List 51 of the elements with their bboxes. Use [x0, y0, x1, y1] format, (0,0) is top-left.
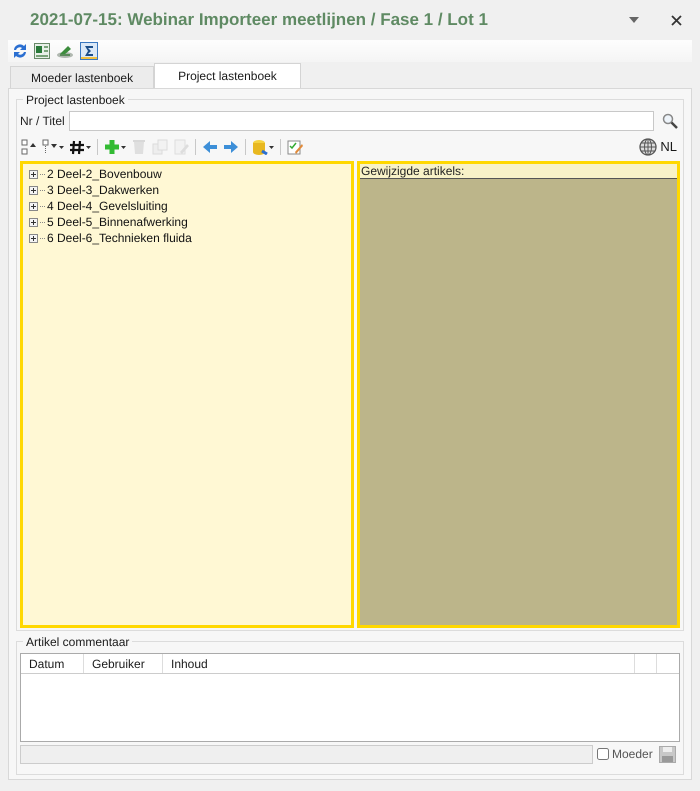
column-header[interactable]: Inhoud [163, 654, 635, 673]
tree-collapse-icon [42, 139, 58, 155]
edit-document-icon [173, 139, 189, 155]
window-title: 2021-07-15: Webinar Importeer meetlijnen / Fase 1 / Lot 1 [30, 9, 489, 32]
caret-icon [59, 146, 64, 148]
search-icon [662, 113, 678, 129]
plus-icon [29, 218, 38, 226]
caret-icon [121, 146, 126, 148]
right-arrow-icon [223, 139, 239, 155]
pane-header: Gewijzigde artikels: [361, 163, 464, 180]
expander[interactable] [29, 234, 38, 242]
plus-icon [104, 139, 120, 155]
plus-icon [29, 234, 38, 242]
tree-item[interactable]: 3 Deel-3_Dakwerken [47, 181, 160, 199]
database-icon [252, 139, 268, 155]
checkbox[interactable] [597, 748, 609, 760]
tab[interactable]: Moeder lastenboek [10, 66, 154, 88]
expander[interactable] [29, 186, 38, 194]
globe-icon [639, 138, 658, 156]
caret-icon [629, 17, 639, 23]
copy-icon [152, 139, 168, 155]
tree-item[interactable]: 5 Deel-5_Binnenafwerking [47, 213, 188, 231]
tab[interactable]: Project lastenboek [154, 63, 301, 88]
hash-icon [69, 139, 85, 155]
field-label: Nr / Titel [20, 113, 66, 130]
expander[interactable] [29, 202, 38, 210]
toolbar-button[interactable] [80, 41, 98, 61]
search-field[interactable] [68, 111, 654, 131]
close-icon [670, 14, 682, 26]
plus-icon [29, 202, 38, 210]
expander[interactable] [29, 218, 38, 226]
trash-icon [131, 139, 147, 155]
tree-expand-icon [21, 139, 37, 155]
left-arrow-icon [202, 139, 218, 155]
search-button[interactable] [660, 111, 680, 131]
expander[interactable] [29, 170, 38, 178]
sum-table-icon [80, 42, 98, 60]
tree-item[interactable]: 2 Deel-2_Bovenbouw [47, 165, 162, 183]
plus-icon [29, 170, 38, 178]
caret-icon [269, 146, 274, 148]
plus-icon [29, 186, 38, 194]
tree-item[interactable]: 4 Deel-4_Gevelsluiting [47, 197, 168, 215]
tree-item[interactable]: 6 Deel-6_Technieken fluida [47, 229, 192, 247]
spreadsheet-icon [34, 43, 50, 59]
language-button[interactable]: NL [639, 136, 680, 158]
refresh-icon [12, 43, 28, 59]
caret-icon [86, 146, 91, 148]
checkbox-label: Moeder [612, 746, 653, 763]
checklist-icon [287, 139, 303, 155]
column-header[interactable]: Gebruiker [84, 654, 163, 673]
column-header[interactable]: Datum [21, 654, 84, 673]
